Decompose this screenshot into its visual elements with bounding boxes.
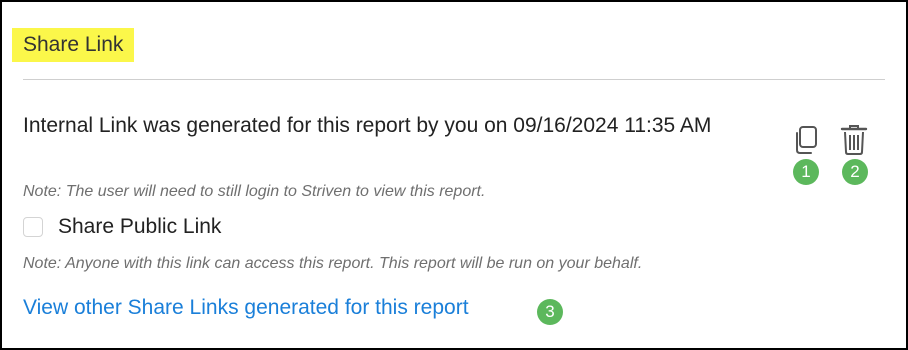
share-public-link-row[interactable]: Share Public Link xyxy=(23,212,221,242)
internal-link-note: Note: The user will need to still login … xyxy=(23,183,486,200)
generated-message: Internal Link was generated for this rep… xyxy=(23,114,712,137)
share-link-panel: Share Link Internal Link was generated f… xyxy=(0,0,908,350)
view-other-share-links-link[interactable]: View other Share Links generated for thi… xyxy=(23,296,469,320)
share-public-link-label[interactable]: Share Public Link xyxy=(58,215,221,239)
copy-icon xyxy=(796,126,817,154)
callout-badge-view-links: 3 xyxy=(537,299,563,325)
title-divider xyxy=(23,79,885,80)
panel-title: Share Link xyxy=(12,28,135,62)
copy-link-button[interactable] xyxy=(788,122,824,158)
trash-icon xyxy=(840,125,868,155)
callout-badge-copy: 1 xyxy=(793,159,819,185)
delete-link-button[interactable] xyxy=(836,122,872,158)
public-link-note: Note: Anyone with this link can access t… xyxy=(23,255,643,272)
share-public-link-checkbox[interactable] xyxy=(23,217,43,237)
callout-badge-delete: 2 xyxy=(842,159,868,185)
